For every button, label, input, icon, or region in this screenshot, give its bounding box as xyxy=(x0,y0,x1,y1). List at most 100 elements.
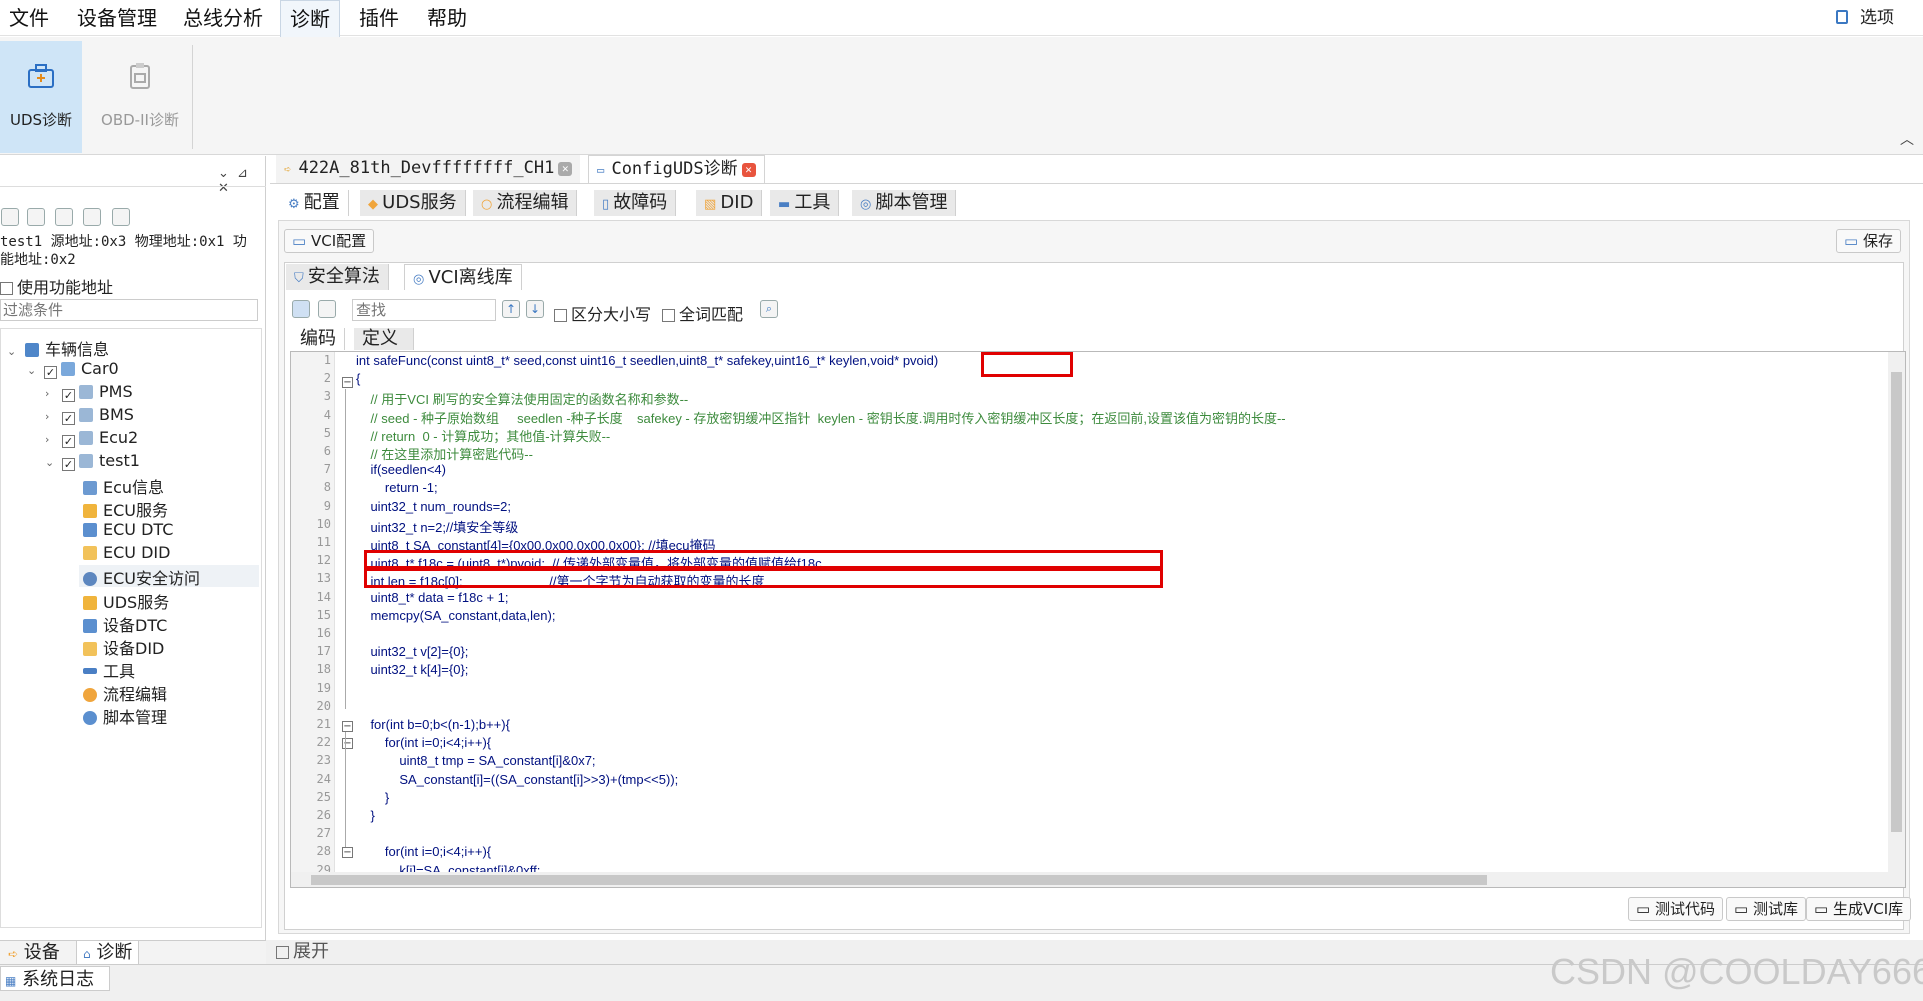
menu-file[interactable]: 文件 xyxy=(0,0,58,36)
tree-test1[interactable]: ⌄ ✓ test1 xyxy=(45,451,140,471)
vci-config-button[interactable]: ▭ VCI配置 xyxy=(284,229,375,253)
divider xyxy=(270,183,1923,184)
tree-ecu-did[interactable]: ECU DID xyxy=(83,543,170,562)
search-icon[interactable]: ⌕ xyxy=(760,300,778,318)
tab-config[interactable]: ⚙ 配置 xyxy=(280,190,349,216)
line-number: 10 xyxy=(316,516,331,531)
fold-icon[interactable]: − xyxy=(342,738,353,749)
tab-diagnosis[interactable]: ⌂ 诊断 xyxy=(76,941,140,965)
expand-icon[interactable] xyxy=(292,300,310,318)
options-button[interactable]: 选项 xyxy=(1860,0,1894,36)
tree-root[interactable]: ⌄ 车辆信息 xyxy=(7,336,109,360)
import-icon[interactable] xyxy=(27,208,45,226)
ecu-address-info: test1 源地址:0x3 物理地址:0x1 功 能地址:0x2 xyxy=(0,233,262,269)
remove-icon[interactable] xyxy=(83,208,101,226)
close-icon[interactable]: ✕ xyxy=(558,162,573,176)
use-func-addr-checkbox[interactable]: 使用功能地址 xyxy=(0,274,113,298)
tab-dtc[interactable]: ▯ 故障码 xyxy=(594,190,677,216)
tree-ecu-info[interactable]: Ecu信息 xyxy=(83,474,164,498)
tree-item-label: 工具 xyxy=(103,662,136,681)
bracket-icon[interactable] xyxy=(112,208,130,226)
code-line: // 用于VCI 刷写的安全算法使用固定的函数名称和参数-- xyxy=(356,392,689,408)
tree-bms[interactable]: › ✓ BMS xyxy=(45,405,134,425)
line-number: 13 xyxy=(316,571,331,586)
checkbox-icon xyxy=(554,309,567,322)
match-case-checkbox[interactable]: 区分大小写 xyxy=(554,301,651,325)
tree-device-dtc[interactable]: 设备DTC xyxy=(83,612,167,636)
line-number: 3 xyxy=(323,389,331,404)
tab-vci-offline-lib-label: VCI离线库 xyxy=(428,267,513,288)
generate-vci-lib-button[interactable]: ▭ 生成VCI库 xyxy=(1806,897,1912,921)
tab-did[interactable]: ▧ DID xyxy=(696,190,763,216)
tree-pms[interactable]: › ✓ PMS xyxy=(45,382,133,402)
tree-tools[interactable]: 工具 xyxy=(83,658,135,682)
tab-encode[interactable]: 编码 xyxy=(292,328,345,350)
system-log-tab[interactable]: ▦ 系统日志 xyxy=(0,966,110,991)
tab-security-algo-label: 安全算法 xyxy=(307,266,380,287)
vertical-scrollbar[interactable] xyxy=(1888,352,1905,872)
test-lib-button[interactable]: ▭ 测试库 xyxy=(1726,897,1806,921)
expand-toggle[interactable]: 展开 xyxy=(276,940,329,964)
ribbon: UDS诊断 OBD-II诊断 ︿ xyxy=(0,37,1923,155)
collapse-ribbon-icon[interactable]: ︿ xyxy=(1900,129,1914,149)
uds-diagnosis-label: UDS诊断 xyxy=(9,111,73,129)
menu-help[interactable]: 帮助 xyxy=(418,0,476,36)
tab-define[interactable]: 定义 xyxy=(354,328,414,350)
tool-icon xyxy=(83,668,97,674)
tree-script-mgmt[interactable]: 脚本管理 xyxy=(83,704,167,728)
tree-car0[interactable]: ⌄ ✓ Car0 xyxy=(27,359,119,379)
scroll-thumb[interactable] xyxy=(311,875,1487,885)
line-number: 14 xyxy=(316,589,331,604)
tab-vci-offline-lib[interactable]: ◎ VCI离线库 xyxy=(404,264,522,290)
menu-bus-analysis[interactable]: 总线分析 xyxy=(174,0,272,36)
search-input[interactable] xyxy=(352,299,496,321)
whole-word-checkbox[interactable]: 全词匹配 xyxy=(662,301,743,325)
tab-tools[interactable]: ▬ 工具 xyxy=(770,190,840,216)
ecu-info-icon xyxy=(83,481,97,495)
code-line: for(int i=0;i<4;i++){ xyxy=(356,844,492,860)
fold-guide xyxy=(345,732,346,847)
horizontal-scrollbar[interactable] xyxy=(291,872,1905,887)
tree-flow-edit[interactable]: 流程编辑 xyxy=(83,681,167,705)
tree-ecu-dtc[interactable]: ECU DTC xyxy=(83,520,173,539)
tree-device-did[interactable]: 设备DID xyxy=(83,635,164,659)
tab-uds-service[interactable]: ◆ UDS服务 xyxy=(360,190,466,216)
vehicle-tree: ⌄ 车辆信息 ⌄ ✓ Car0 › ✓ PMS › ✓ BMS › ✓ Ecu2 ⌄ ✓ test1 … xyxy=(0,328,262,928)
scroll-thumb[interactable] xyxy=(1891,372,1902,832)
find-up-icon[interactable]: ↑ xyxy=(502,300,520,318)
tree-ecu-security[interactable]: ECU安全访问 xyxy=(79,565,259,588)
find-down-icon[interactable]: ↓ xyxy=(526,300,544,318)
pms-label: PMS xyxy=(99,382,133,401)
tab-config-uds[interactable]: ▭ ConfigUDS诊断 ✕ xyxy=(588,155,765,183)
fold-icon[interactable]: − xyxy=(342,847,353,858)
menu-plugins[interactable]: 插件 xyxy=(350,0,408,36)
match-case-label: 区分大小写 xyxy=(571,305,652,324)
code-editor[interactable]: 1 2 3 4 5 6 7 8 9 10 11 12 13 14 15 16 17 18 19 20 21 22 23 24 2… xyxy=(290,351,1906,888)
tab-script-mgmt[interactable]: ◎ 脚本管理 xyxy=(852,190,957,216)
menu-diagnosis[interactable]: 诊断 xyxy=(280,0,340,37)
add-icon[interactable] xyxy=(1,208,19,226)
test-code-button[interactable]: ▭ 测试代码 xyxy=(1628,897,1723,921)
tree-uds-service[interactable]: UDS服务 xyxy=(83,589,169,613)
fold-icon[interactable]: − xyxy=(342,721,353,732)
panel-controls-icon[interactable]: ⌄ ⊿ ✕ xyxy=(218,166,265,196)
clipboard-icon xyxy=(130,63,150,89)
uds-diagnosis-button[interactable]: UDS诊断 xyxy=(0,41,82,153)
save-button[interactable]: ▭ 保存 xyxy=(1836,229,1901,253)
menu-device-mgmt[interactable]: 设备管理 xyxy=(68,0,166,36)
refresh-icon[interactable] xyxy=(55,208,73,226)
tab-device-channel[interactable]: ➪ 422A_81th_Devffffffff_CH1 ✕ xyxy=(276,155,581,183)
close-icon[interactable]: ✕ xyxy=(741,163,756,177)
tree-item-label: ECU DTC xyxy=(103,520,174,539)
obd-diagnosis-button[interactable]: OBD-II诊断 xyxy=(90,41,190,153)
tree-ecu2[interactable]: › ✓ Ecu2 xyxy=(45,428,138,448)
ecu-icon xyxy=(79,408,93,422)
tab-flow-edit[interactable]: ○ 流程编辑 xyxy=(473,190,578,216)
tree-ecu-service[interactable]: ECU服务 xyxy=(83,497,168,521)
checkbox-icon xyxy=(276,946,289,959)
tab-device[interactable]: ➪ 设备 xyxy=(2,941,66,965)
fold-icon[interactable]: − xyxy=(342,377,353,388)
filter-input[interactable] xyxy=(0,299,258,321)
tab-security-algo[interactable]: ⛉ 安全算法 xyxy=(286,264,389,290)
collapse-icon[interactable] xyxy=(318,300,336,318)
